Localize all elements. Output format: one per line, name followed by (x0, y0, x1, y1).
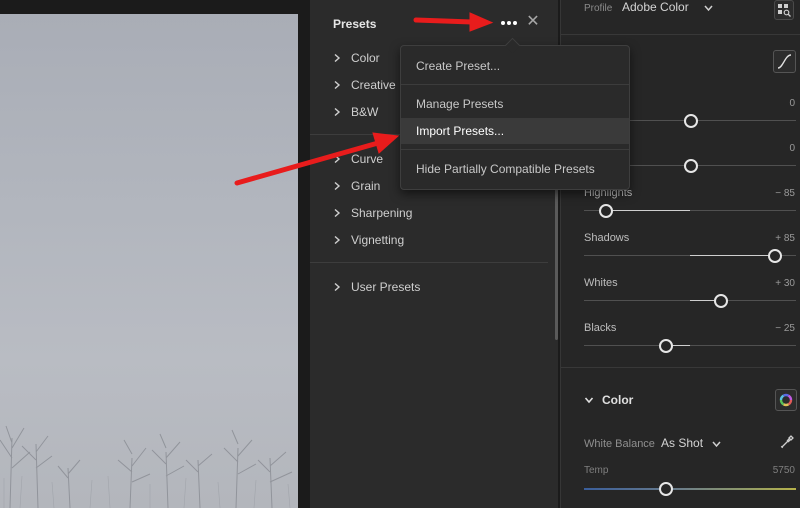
preset-group-vignetting[interactable]: Vignetting (333, 229, 404, 251)
temp-slider-thumb[interactable] (659, 482, 673, 496)
preset-group-label: Color (351, 51, 380, 65)
tree-silhouettes (0, 425, 293, 508)
chevron-right-icon (334, 236, 341, 244)
preset-group-label: B&W (351, 105, 379, 119)
chevron-right-icon (334, 155, 341, 163)
slider-value-highlights: − 85 (775, 188, 795, 199)
chevron-right-icon (334, 108, 341, 116)
ellipsis-icon-dot (513, 21, 518, 25)
white-balance-label: White Balance (584, 438, 655, 450)
menu-item-import-presets[interactable]: Import Presets... (401, 118, 629, 144)
preset-group-bw[interactable]: B&W (333, 101, 378, 123)
slider-value-whites: + 30 (775, 278, 795, 289)
chevron-right-icon (334, 283, 341, 291)
preset-group-label: Sharpening (351, 206, 413, 220)
slider-value-blacks: − 25 (775, 323, 795, 334)
chevron-right-icon (334, 81, 341, 89)
slider-label-blacks: Blacks (584, 322, 617, 334)
preset-group-sharpening[interactable]: Sharpening (333, 202, 412, 224)
eyedropper-icon[interactable] (779, 434, 795, 450)
profile-browser-button[interactable] (774, 0, 794, 20)
profile-dropdown[interactable]: Adobe Color (622, 0, 689, 14)
slider-track-blacks[interactable] (584, 345, 796, 346)
menu-item-hide-partially-compatible[interactable]: Hide Partially Compatible Presets (401, 156, 629, 182)
close-icon[interactable]: ✕ (524, 12, 542, 32)
preset-group-label: User Presets (351, 280, 421, 294)
section-divider (561, 367, 800, 368)
slider-thumb[interactable] (684, 114, 698, 128)
slider-thumb-whites[interactable] (714, 294, 728, 308)
preset-group-grain[interactable]: Grain (333, 175, 380, 197)
chevron-down-icon[interactable] (712, 440, 721, 448)
curve-icon (777, 54, 792, 69)
chevron-right-icon (334, 209, 341, 217)
preset-group-curve[interactable]: Curve (333, 148, 383, 170)
slider-fill-highlights (606, 210, 690, 211)
panel-gap (298, 0, 310, 508)
preset-group-label: Grain (351, 179, 381, 193)
menu-item-manage-presets[interactable]: Manage Presets (401, 91, 629, 117)
slider-thumb-blacks[interactable] (659, 339, 673, 353)
white-balance-dropdown[interactable]: As Shot (661, 436, 703, 450)
slider-fill-shadows (690, 255, 774, 256)
ellipsis-icon-dot (507, 21, 511, 25)
chevron-right-icon (334, 54, 341, 62)
tone-curve-button[interactable] (773, 50, 796, 73)
menu-separator (401, 84, 629, 85)
menu-item-create-preset[interactable]: Create Preset... (401, 53, 629, 79)
ellipsis-icon (500, 21, 505, 25)
temp-label: Temp (584, 465, 609, 476)
color-wheel-icon (779, 393, 793, 407)
presets-options-menu: Create Preset... Manage Presets Import P… (400, 45, 630, 190)
preset-group-color[interactable]: Color (333, 47, 380, 69)
chevron-down-icon[interactable] (584, 395, 594, 405)
slider-thumb[interactable] (684, 159, 698, 173)
preset-group-label: Creative (351, 78, 396, 92)
preset-group-creative[interactable]: Creative (333, 74, 396, 96)
preset-group-user-presets[interactable]: User Presets (333, 276, 420, 298)
slider-value: 0 (789, 98, 795, 109)
slider-value-shadows: + 85 (775, 233, 795, 244)
color-section-title[interactable]: Color (602, 393, 633, 407)
slider-label-shadows: Shadows (584, 232, 630, 244)
preset-divider (310, 262, 548, 263)
slider-thumb-highlights[interactable] (599, 204, 613, 218)
slider-thumb-shadows[interactable] (768, 249, 782, 263)
preset-group-label: Curve (351, 152, 384, 166)
slider-label-whites: Whites (584, 277, 618, 289)
chevron-right-icon (334, 182, 341, 190)
photo-canvas[interactable] (0, 14, 298, 508)
temp-slider-track[interactable] (584, 488, 796, 490)
grid-search-icon (778, 4, 791, 17)
color-mixer-button[interactable] (775, 389, 797, 411)
presets-title: Presets (333, 17, 377, 31)
menu-separator (401, 149, 629, 150)
profile-label: Profile (584, 3, 613, 14)
more-options-button[interactable] (498, 13, 520, 33)
temp-value: 5750 (772, 465, 795, 476)
chevron-down-icon[interactable] (704, 4, 713, 12)
preset-group-label: Vignetting (351, 233, 405, 247)
section-divider (561, 34, 800, 35)
slider-value: 0 (789, 143, 795, 154)
